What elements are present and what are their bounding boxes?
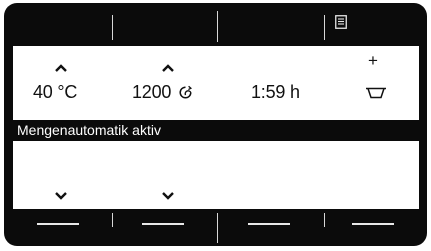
soft-key-2[interactable] (142, 223, 184, 225)
soft-key-1[interactable] (37, 223, 79, 225)
status-bar: Mengenautomatik aktiv (13, 120, 419, 141)
top-divider (324, 15, 325, 40)
spin-speed-number: 1200 (132, 82, 172, 102)
menu-list-icon[interactable] (335, 15, 347, 29)
soft-key-4[interactable] (352, 223, 394, 225)
status-message: Mengenautomatik aktiv (17, 122, 161, 138)
duration-value: 1:59 h (251, 82, 300, 102)
spin-speed-value[interactable]: 1200 (132, 82, 193, 105)
top-touch-strip (4, 3, 427, 43)
washing-machine-display: 40 °C 1200 1:59 h + Mengenautomatik akti… (0, 0, 431, 251)
bottom-divider (217, 213, 218, 243)
detergent-plus-label[interactable]: + (368, 52, 378, 69)
temperature-up-chevron-icon[interactable] (55, 59, 67, 77)
top-divider (112, 15, 113, 40)
spin-down-chevron-icon[interactable] (162, 187, 174, 205)
bottom-divider (112, 213, 113, 227)
lcd-screen: 40 °C 1200 1:59 h + Mengenautomatik akti… (13, 46, 419, 209)
detergent-tray-icon[interactable] (365, 86, 387, 104)
display-bezel: 40 °C 1200 1:59 h + Mengenautomatik akti… (4, 3, 427, 246)
bottom-divider (324, 213, 325, 227)
temperature-down-chevron-icon[interactable] (55, 187, 67, 205)
top-divider (217, 11, 218, 42)
spin-up-chevron-icon[interactable] (162, 59, 174, 77)
spin-icon (178, 84, 193, 105)
soft-key-3[interactable] (248, 223, 290, 225)
temperature-value[interactable]: 40 °C (33, 82, 77, 103)
bottom-touch-strip (4, 208, 427, 246)
